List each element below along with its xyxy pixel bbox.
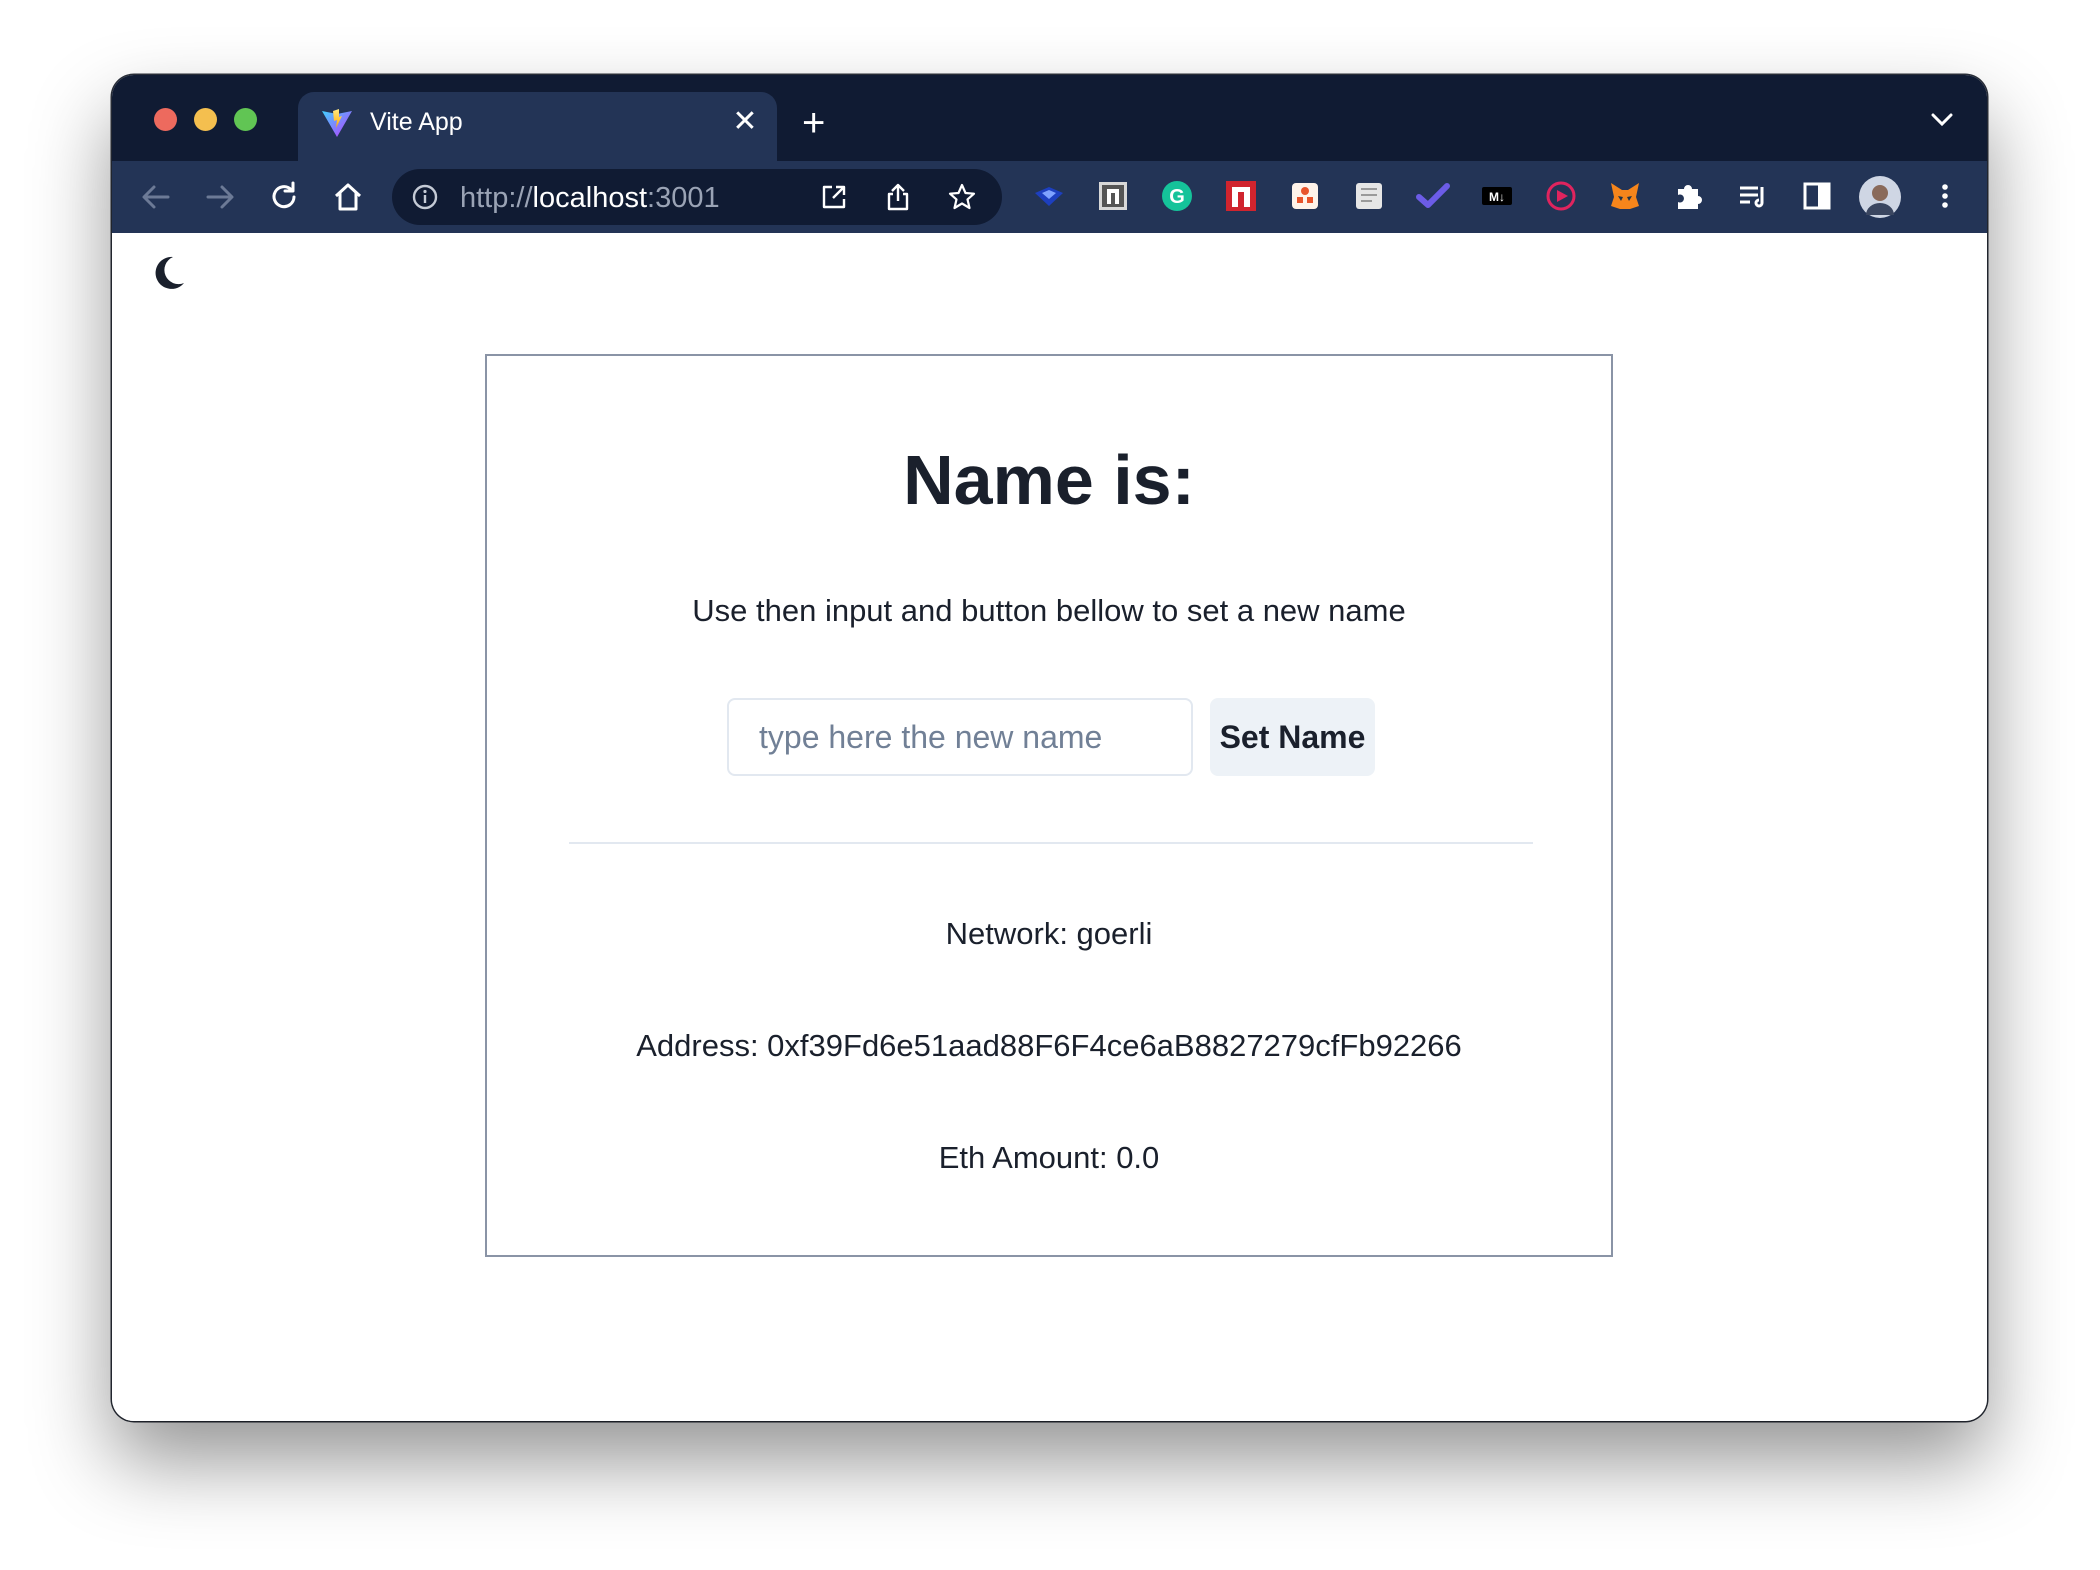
network-text: Network: goerli xyxy=(945,916,1153,951)
page-title: Name is: xyxy=(903,441,1195,519)
name-card: Name is: Use then input and button bello… xyxy=(485,354,1613,1257)
divider xyxy=(569,842,1533,844)
moon-icon[interactable] xyxy=(148,253,188,293)
tab-vite-app[interactable]: Vite App ✕ xyxy=(298,92,777,161)
markdown-extension-icon[interactable]: M↓ xyxy=(1480,179,1514,213)
set-name-button[interactable]: Set Name xyxy=(1210,698,1375,776)
maximize-window-button[interactable] xyxy=(234,108,257,131)
address-text: Address: 0xf39Fd6e51aad88F6F4ce6aB882727… xyxy=(636,1028,1462,1063)
notion-extension-icon[interactable] xyxy=(1096,179,1130,213)
minimize-window-button[interactable] xyxy=(194,108,217,131)
open-external-icon[interactable] xyxy=(820,183,848,211)
eth-amount-text: Eth Amount: 0.0 xyxy=(938,1140,1160,1175)
url-text: http://localhost:3001 xyxy=(460,182,720,215)
instructions-text: Use then input and button bellow to set … xyxy=(692,593,1406,628)
chevron-down-icon[interactable] xyxy=(1931,113,1953,127)
url-host: localhost xyxy=(532,182,648,214)
grammarly-letter: G xyxy=(1169,186,1185,208)
metamask-extension-icon[interactable] xyxy=(1608,179,1642,213)
tab-title: Vite App xyxy=(370,108,463,136)
forward-arrow-icon[interactable] xyxy=(202,179,238,215)
tab-bar: Vite App ✕ + xyxy=(112,75,1987,161)
new-name-input[interactable] xyxy=(727,698,1193,776)
note-extension-icon[interactable] xyxy=(1352,179,1386,213)
check-extension-icon[interactable] xyxy=(1416,179,1450,213)
markdown-label: M↓ xyxy=(1489,190,1505,204)
red-n-extension-icon[interactable] xyxy=(1224,179,1258,213)
site-info-icon[interactable] xyxy=(412,184,438,210)
url-port: :3001 xyxy=(647,182,720,214)
sidepanel-icon[interactable] xyxy=(1800,179,1834,213)
browser-window: Vite App ✕ + http://localhost:3001 G M↓ … xyxy=(112,75,1987,1421)
share-icon[interactable] xyxy=(884,183,912,211)
address-bar[interactable]: http://localhost:3001 xyxy=(392,169,1002,225)
page-content: Name is: Use then input and button bello… xyxy=(112,233,1987,1421)
menu-icon[interactable] xyxy=(1928,179,1962,213)
tab-close-icon[interactable]: ✕ xyxy=(727,104,763,140)
grammarly-extension-icon[interactable]: G xyxy=(1160,179,1194,213)
video-extension-icon[interactable] xyxy=(1544,179,1578,213)
home-icon[interactable] xyxy=(330,179,366,215)
bookmark-star-icon[interactable] xyxy=(948,183,976,211)
puzzle-extension-icon[interactable] xyxy=(1672,179,1706,213)
coupon-extension-icon[interactable] xyxy=(1288,179,1322,213)
url-scheme: http:// xyxy=(460,182,533,214)
new-tab-button[interactable]: + xyxy=(802,103,825,143)
bird-extension-icon[interactable] xyxy=(1032,179,1066,213)
close-window-button[interactable] xyxy=(154,108,177,131)
back-arrow-icon[interactable] xyxy=(138,179,174,215)
browser-toolbar: http://localhost:3001 G M↓ xyxy=(112,161,1987,233)
reading-list-icon[interactable] xyxy=(1736,179,1770,213)
vite-logo-icon xyxy=(322,109,352,137)
reload-icon[interactable] xyxy=(266,179,302,215)
profile-avatar-icon[interactable] xyxy=(1858,175,1902,219)
